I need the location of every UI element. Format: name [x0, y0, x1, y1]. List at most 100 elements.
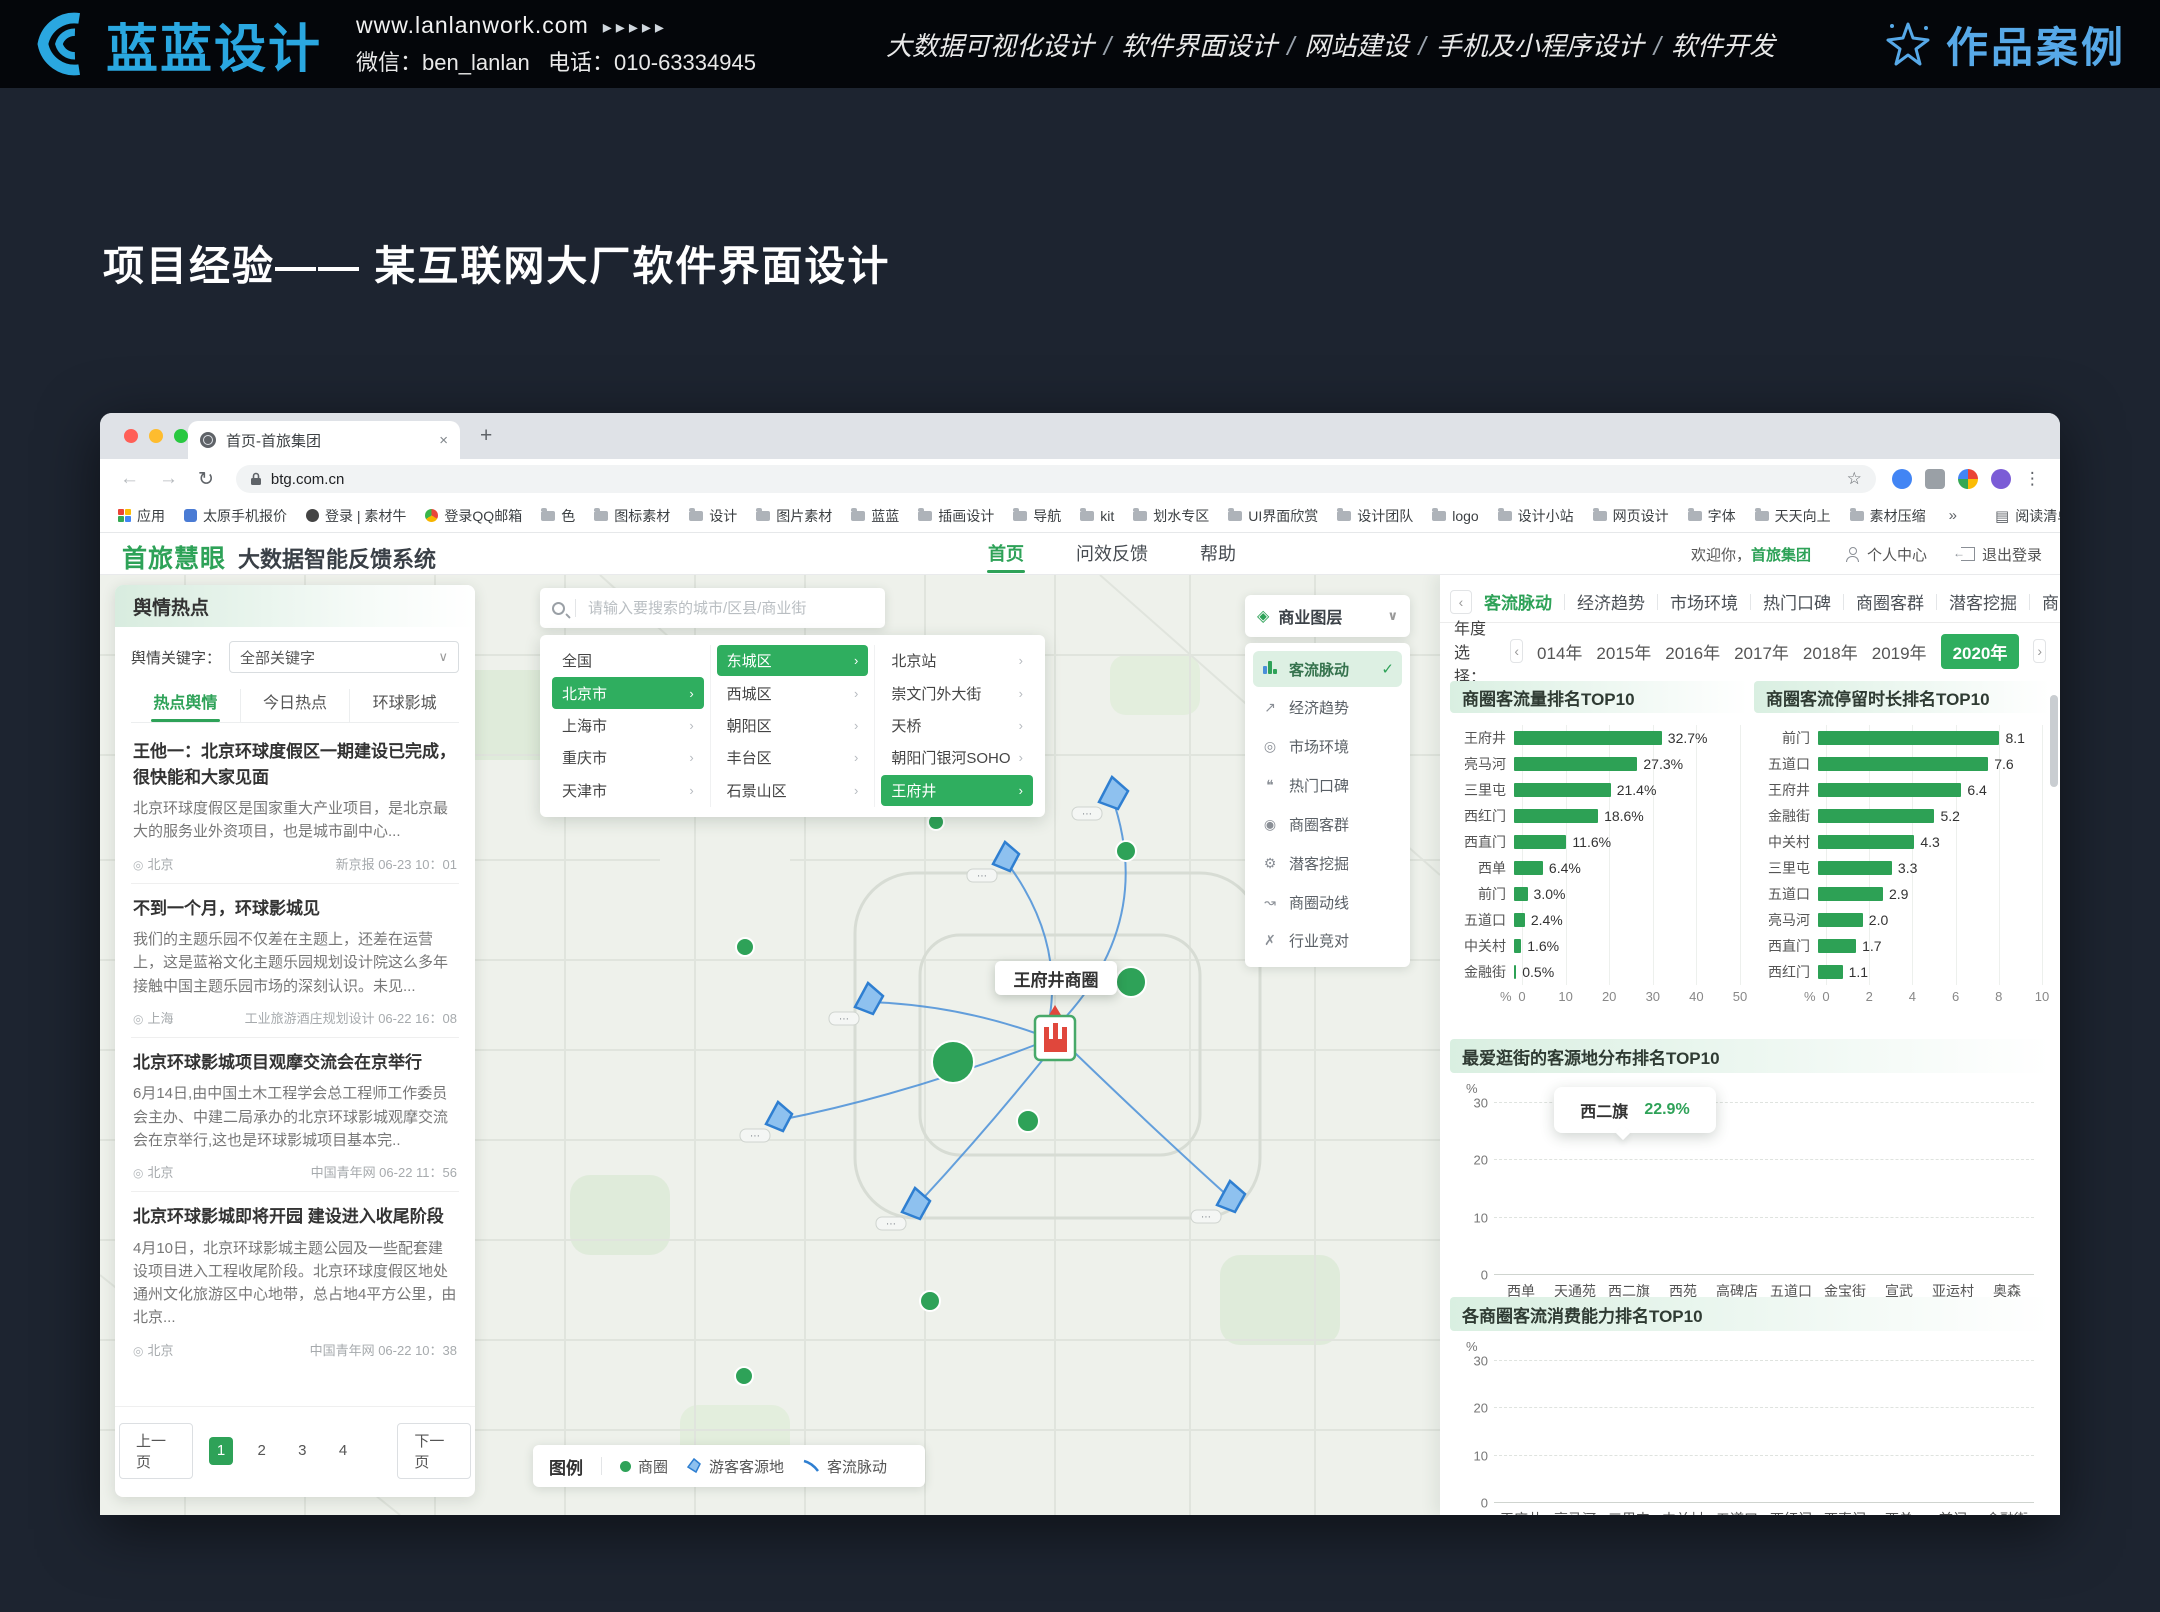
- cascader-item[interactable]: 天津市›: [552, 775, 704, 806]
- browser-extension-icon[interactable]: [1892, 469, 1912, 489]
- year-prev-icon[interactable]: ‹: [1510, 639, 1523, 663]
- browser-tab[interactable]: 首页-首旅集团 ×: [188, 421, 460, 459]
- cascader-item[interactable]: 天桥›: [881, 710, 1033, 741]
- news-title[interactable]: 王他一：北京环球度假区一期建设已完成，很快能和大家见面: [133, 739, 457, 790]
- new-tab-button[interactable]: +: [480, 425, 492, 446]
- bookmarks-overflow-icon[interactable]: »: [1949, 507, 1957, 524]
- news-item[interactable]: 北京环球影城即将开园 建设进入收尾阶段4月10日，北京环球影城主题公园及一些配套…: [131, 1192, 459, 1369]
- bookmark-item[interactable]: 天天向上: [1755, 506, 1831, 526]
- bookmark-item[interactable]: 插画设计: [918, 506, 994, 526]
- insight-tab[interactable]: 市场环境: [1670, 589, 1738, 614]
- zoom-window-button[interactable]: [174, 429, 188, 443]
- news-item[interactable]: 王他一：北京环球度假区一期建设已完成，很快能和大家见面北京环球度假区是国家重大产…: [131, 727, 459, 884]
- news-title[interactable]: 北京环球影城项目观摩交流会在京举行: [133, 1050, 457, 1076]
- layer-item[interactable]: ↝商圈动线: [1253, 884, 1402, 920]
- app-nav-item[interactable]: 帮助: [1200, 533, 1236, 575]
- news-item[interactable]: 不到一个月，环球影城见我们的主题乐园不仅差在主题上，还差在运营上，这是蓝裕文化主…: [131, 884, 459, 1038]
- layer-item[interactable]: ❝热门口碑: [1253, 768, 1402, 804]
- next-page-button[interactable]: 下一页: [397, 1423, 471, 1479]
- reading-list-button[interactable]: ▤阅读清单: [1995, 506, 2060, 526]
- address-bar[interactable]: btg.com.cn ☆: [236, 465, 1876, 493]
- bookmark-item[interactable]: 应用: [118, 506, 165, 526]
- page-number[interactable]: 1: [209, 1437, 234, 1465]
- layer-item[interactable]: ⚙潜客挖掘: [1253, 845, 1402, 881]
- sentiment-tab[interactable]: 热点舆情: [131, 689, 240, 722]
- bookmark-item[interactable]: 网页设计: [1593, 506, 1669, 526]
- scrollbar-thumb[interactable]: [2050, 695, 2058, 787]
- cascader-item[interactable]: 朝阳区›: [717, 710, 869, 741]
- page-number[interactable]: 4: [331, 1437, 356, 1465]
- cascader-item[interactable]: 全国: [552, 645, 704, 676]
- minimize-window-button[interactable]: [149, 429, 163, 443]
- insight-tab[interactable]: 商: [2042, 589, 2059, 614]
- bookmark-item[interactable]: 蓝蓝: [851, 506, 899, 526]
- bookmark-item[interactable]: 素材压缩: [1850, 506, 1926, 526]
- search-input[interactable]: [586, 599, 873, 618]
- bookmark-item[interactable]: 登录 | 素材牛: [306, 506, 406, 526]
- reload-icon[interactable]: ↻: [198, 468, 214, 491]
- cascader-item[interactable]: 重庆市›: [552, 742, 704, 773]
- logout-link[interactable]: 退出登录: [1961, 544, 2042, 565]
- bookmark-item[interactable]: UI界面欣赏: [1228, 506, 1318, 526]
- cascader-item[interactable]: 崇文门外大街›: [881, 677, 1033, 708]
- bookmark-item[interactable]: 太原手机报价: [184, 506, 287, 526]
- bookmark-item[interactable]: 划水专区: [1133, 506, 1209, 526]
- tab-close-icon[interactable]: ×: [439, 432, 448, 449]
- insight-tab[interactable]: 热门口碑: [1763, 589, 1831, 614]
- bookmark-item[interactable]: 色: [541, 506, 575, 526]
- cascader-item[interactable]: 丰台区›: [717, 742, 869, 773]
- year-option[interactable]: 014年: [1537, 639, 1582, 664]
- map-search-box[interactable]: [540, 588, 885, 628]
- year-option[interactable]: 2017年: [1734, 639, 1789, 664]
- close-window-button[interactable]: [124, 429, 138, 443]
- bookmark-item[interactable]: 导航: [1013, 506, 1061, 526]
- year-option[interactable]: 2016年: [1665, 639, 1720, 664]
- news-title[interactable]: 不到一个月，环球影城见: [133, 896, 457, 922]
- insight-tab[interactable]: 商圈客群: [1856, 589, 1924, 614]
- bookmark-item[interactable]: 设计团队: [1337, 506, 1413, 526]
- page-number[interactable]: 3: [290, 1437, 315, 1465]
- news-title[interactable]: 北京环球影城即将开园 建设进入收尾阶段: [133, 1204, 457, 1230]
- bookmark-item[interactable]: 图标素材: [594, 506, 670, 526]
- layer-item[interactable]: ↗经济趋势: [1253, 690, 1402, 726]
- bookmark-item[interactable]: 字体: [1688, 506, 1736, 526]
- sentiment-tab[interactable]: 环球影城: [349, 689, 459, 722]
- insight-tab[interactable]: 潜客挖掘: [1949, 589, 2017, 614]
- page-number[interactable]: 2: [249, 1437, 274, 1465]
- bookmark-item[interactable]: kit: [1080, 508, 1114, 524]
- layer-item[interactable]: 客流脉动✓: [1253, 651, 1402, 687]
- app-nav-item[interactable]: 问效反馈: [1076, 533, 1148, 575]
- insight-tab[interactable]: 客流脉动: [1484, 589, 1552, 614]
- bookmark-item[interactable]: 图片素材: [756, 506, 832, 526]
- bookmark-item[interactable]: 登录QQ邮箱: [425, 506, 522, 526]
- app-nav-active[interactable]: 首页: [988, 533, 1024, 575]
- bookmark-item[interactable]: 设计小站: [1498, 506, 1574, 526]
- cascader-item[interactable]: 上海市›: [552, 710, 704, 741]
- back-icon[interactable]: ←: [120, 468, 139, 490]
- layer-item[interactable]: ◎市场环境: [1253, 729, 1402, 765]
- sentiment-tab[interactable]: 今日热点: [240, 689, 350, 722]
- sync-icon[interactable]: [1958, 469, 1978, 489]
- cascader-item[interactable]: 北京站›: [881, 645, 1033, 676]
- news-item[interactable]: 北京环球影城项目观摩交流会在京举行6月14日,由中国土木工程学会总工程师工作委员…: [131, 1038, 459, 1192]
- cascader-item[interactable]: 石景山区›: [717, 775, 869, 806]
- bookmark-item[interactable]: logo: [1432, 508, 1478, 524]
- cascader-item[interactable]: 王府井›: [881, 775, 1033, 806]
- year-option[interactable]: 2015年: [1596, 639, 1651, 664]
- avatar[interactable]: [1991, 469, 2011, 489]
- year-option[interactable]: 2018年: [1803, 639, 1858, 664]
- cascader-item[interactable]: 朝阳门银河SOHO›: [881, 742, 1033, 773]
- forward-icon[interactable]: →: [159, 468, 178, 490]
- cascader-item[interactable]: 东城区›: [717, 645, 869, 676]
- tabs-scroll-left-icon[interactable]: ‹: [1450, 590, 1472, 614]
- extensions-icon[interactable]: [1925, 469, 1945, 489]
- year-option[interactable]: 2020年: [1941, 634, 2020, 669]
- window-controls[interactable]: [124, 429, 188, 443]
- bookmark-star-icon[interactable]: ☆: [1847, 469, 1862, 489]
- cascader-item[interactable]: 西城区›: [717, 677, 869, 708]
- keyword-select[interactable]: 全部关键字 ∨: [229, 641, 459, 673]
- year-option[interactable]: 2019年: [1872, 639, 1927, 664]
- url-text[interactable]: btg.com.cn: [271, 471, 1838, 488]
- layer-item[interactable]: ✗行业竞对: [1253, 923, 1402, 959]
- bookmark-item[interactable]: 设计: [689, 506, 737, 526]
